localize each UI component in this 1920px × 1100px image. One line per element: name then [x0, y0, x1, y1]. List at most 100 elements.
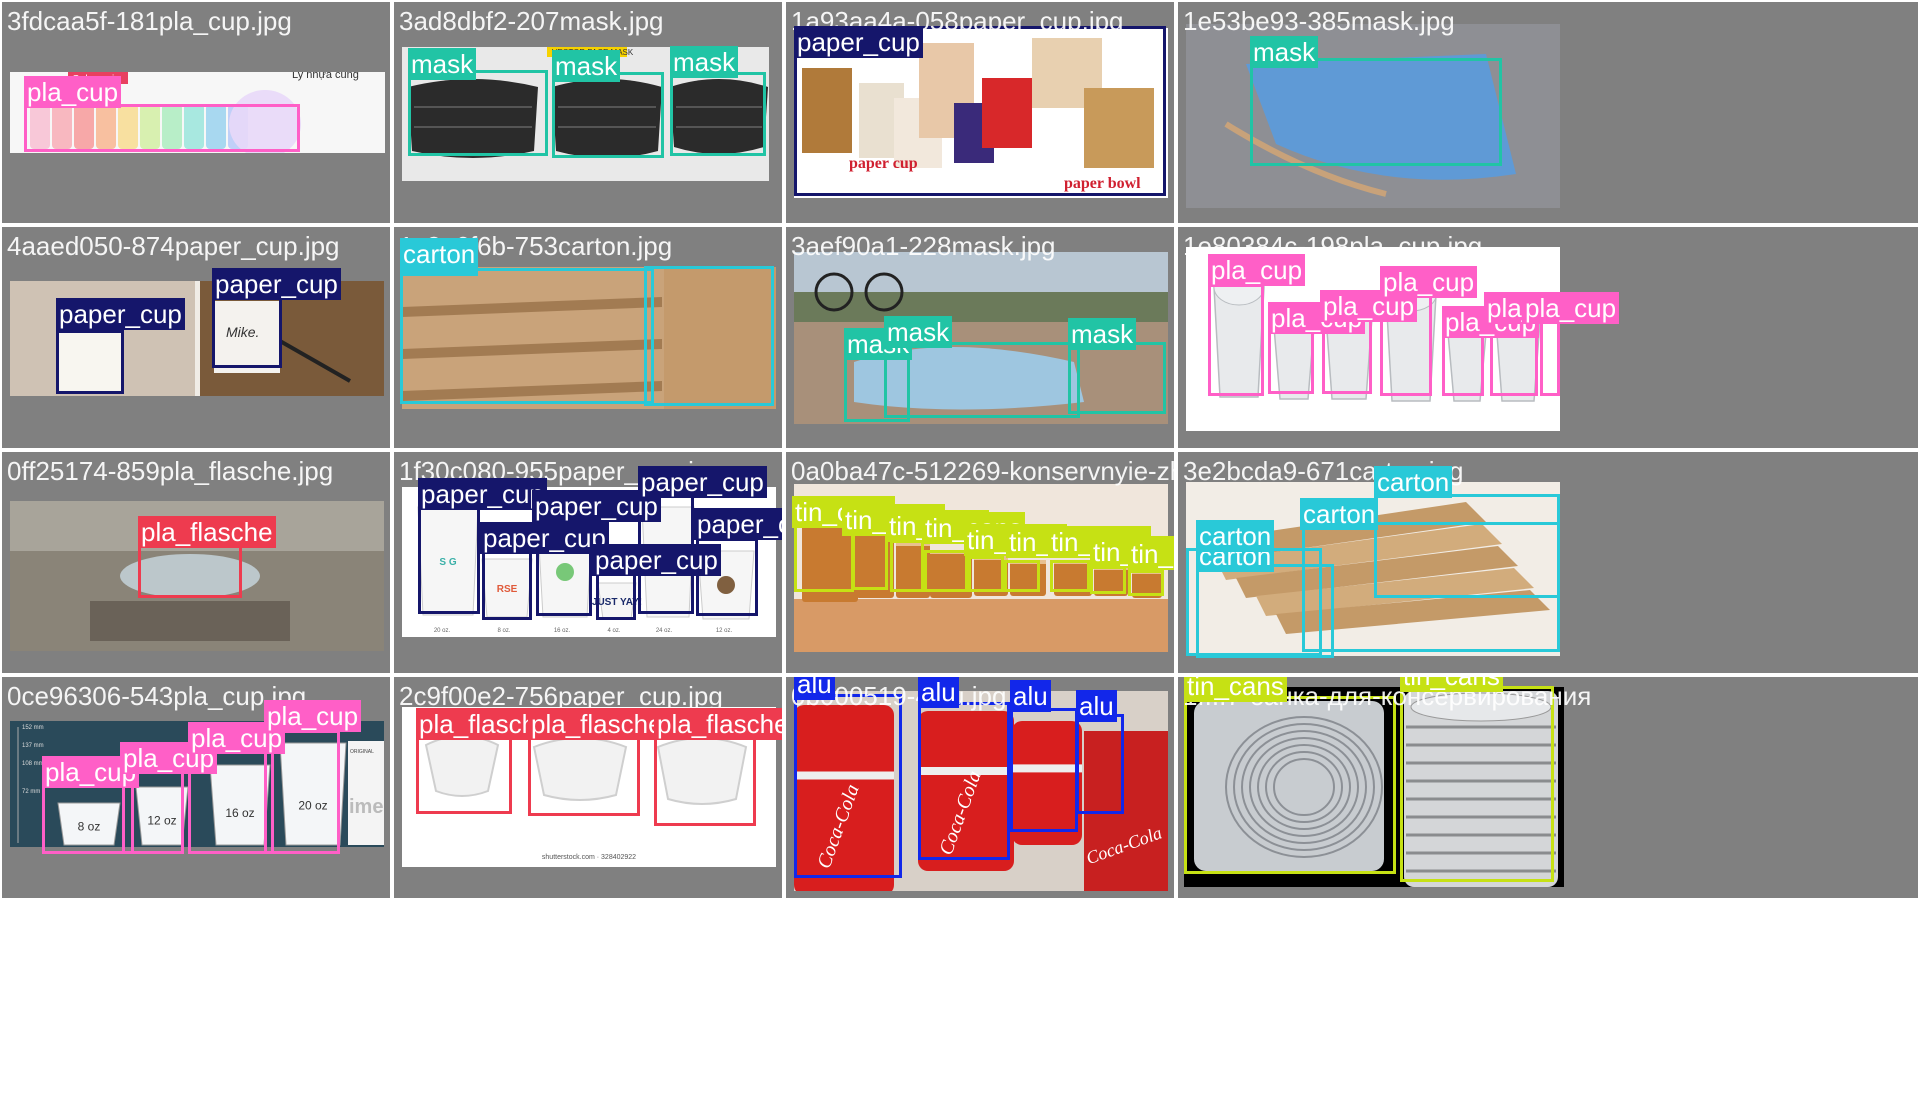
- tile-filename: 1e53be93-385mask.jpg: [1183, 6, 1455, 36]
- tile-filename: 3fdcaa5f-181pla_cup.jpg: [7, 6, 292, 36]
- detection-label: pla_flasche: [528, 708, 666, 740]
- svg-text:137 mm: 137 mm: [22, 743, 44, 749]
- detection-label: paper_cup: [212, 268, 341, 300]
- detection-box: [654, 736, 756, 826]
- detection-box: [418, 506, 480, 614]
- detection-label: pla_flasche: [654, 708, 782, 740]
- image-tile[interactable]: 0ff25174-859pla_flasche.jpg pla_flasche: [2, 452, 390, 673]
- detection-box: [552, 72, 664, 158]
- image-tile[interactable]: Mike. 4aaed050-874paper_cup.jpg paper_cup…: [2, 227, 390, 448]
- detection-box: [1400, 686, 1554, 882]
- image-tile[interactable]: 1e53be93-385mask.jpg mask: [1178, 2, 1918, 223]
- detection-label: pla_cup: [1380, 266, 1478, 298]
- svg-text:8 oz.: 8 oz.: [497, 628, 510, 634]
- image-tile[interactable]: 1c2a6f6b-753carton.jpgcartoncarton: [394, 227, 782, 448]
- detection-label: paper_cup: [794, 26, 923, 58]
- svg-text:152 mm: 152 mm: [22, 725, 44, 731]
- detection-box: [1442, 332, 1484, 396]
- detection-box: [1374, 494, 1560, 598]
- detection-box: [968, 556, 1004, 592]
- detection-box: [596, 572, 636, 620]
- detection-box: [794, 694, 902, 878]
- detection-box: [528, 736, 640, 816]
- image-tile[interactable]: Coca-Cola Coca-Cola Coca-Cola 0b000519-4a…: [786, 677, 1174, 898]
- detection-box: [1128, 570, 1164, 596]
- image-tile[interactable]: Gel ngayi Ly nhựa cung3fdcaa5f-181pla_cu…: [2, 2, 390, 223]
- detection-box: [670, 72, 766, 156]
- image-tile[interactable]: 0a0ba47c-512269-konservnyie-zhiestianki t…: [786, 452, 1174, 673]
- svg-text:108 mm: 108 mm: [22, 761, 44, 767]
- svg-text:4 oz.: 4 oz.: [607, 628, 620, 634]
- tile-filename: 3ad8dbf2-207mask.jpg: [399, 6, 664, 36]
- detection-box: [416, 736, 512, 814]
- detection-box: [1050, 560, 1090, 592]
- detection-label: mask: [1068, 318, 1137, 350]
- svg-text:24 oz.: 24 oz.: [656, 628, 673, 634]
- detection-box: [1090, 566, 1126, 594]
- image-tile[interactable]: 3e2bcda9-671carton.jpg carton carton carton…: [1178, 452, 1918, 673]
- detection-label: pla_flasche: [138, 516, 276, 548]
- detection-box: [212, 296, 282, 368]
- detection-label: carton: [1300, 498, 1379, 530]
- detection-box: [890, 540, 924, 592]
- detection-label: paper_cup: [56, 298, 185, 330]
- detection-label: pla_cup: [24, 76, 122, 108]
- detection-box: [1004, 560, 1040, 592]
- image-tile[interactable]: S G RSE JUST YAY! 20 oz. 8 oz. 16 oz. 4 oz.…: [394, 452, 782, 673]
- detection-label: tin_cans: [1400, 677, 1503, 692]
- detection-label: tin_cans: [1128, 538, 1174, 570]
- detection-label: mask: [1250, 36, 1319, 68]
- detection-box: [56, 330, 124, 394]
- image-tile[interactable]: 1e80384c-198pla_cup.jpg pla_cup pla_cup pla…: [1178, 227, 1918, 448]
- detection-label: mask: [670, 46, 739, 78]
- detection-box: [644, 266, 774, 406]
- detection-label: pla_cup: [264, 700, 362, 732]
- image-tile[interactable]: 152 mm 137 mm 108 mm 72 mm 8 oz 12 oz 16 oz…: [2, 677, 390, 898]
- detection-label: paper_cup: [480, 522, 609, 554]
- detection-label: carton: [1196, 520, 1275, 552]
- detection-box: [1208, 284, 1264, 396]
- image-tile[interactable]: paper cup paper bowl 1a93aa4a-058paper_cu…: [786, 2, 1174, 223]
- detection-box: [42, 780, 134, 854]
- detection-box: [1076, 714, 1124, 814]
- detection-box: [24, 104, 300, 152]
- detection-label: alu: [1010, 680, 1051, 712]
- tile-filename: 0ce96306-543pla_cup.jpg: [7, 681, 307, 711]
- detection-box: [1268, 326, 1314, 394]
- image-tile[interactable]: VECTOR FACE MASK 3ad8dbf2-207mask.jpgmas…: [394, 2, 782, 223]
- tile-filename: 4aaed050-874paper_cup.jpg: [7, 231, 340, 261]
- tile-filename: 0a0ba47c-512269-konservnyie-zhiestianki: [791, 456, 1174, 486]
- image-tile[interactable]: shutterstock.com · 328402922 2c9f00e2-756…: [394, 677, 782, 898]
- svg-text:16 oz.: 16 oz.: [554, 628, 571, 634]
- detection-box: [1010, 708, 1078, 832]
- image-tile[interactable]: 1f...7-банка-для-консервирования tin_cans…: [1178, 677, 1918, 898]
- detection-box: [1068, 342, 1166, 414]
- svg-text:72 mm: 72 mm: [22, 789, 40, 795]
- svg-text:ime: ime: [349, 796, 383, 818]
- detection-label: paper_cup: [418, 478, 547, 510]
- detection-label: carton: [400, 238, 479, 270]
- svg-text:20 oz.: 20 oz.: [434, 628, 451, 634]
- detection-label: paper_cup: [694, 508, 782, 540]
- svg-text:Ly nhựa cung: Ly nhựa cung: [292, 72, 359, 81]
- detection-box: [924, 550, 968, 592]
- detection-label: carton: [1374, 466, 1453, 498]
- image-tile[interactable]: 3aef90a1-228mask.jpg mask mask mask: [786, 227, 1174, 448]
- detection-label: tin_cans: [1184, 677, 1287, 702]
- detection-label: pla_cup: [1208, 254, 1306, 286]
- detection-label: paper_cup: [638, 466, 767, 498]
- detection-label: mask: [884, 316, 953, 348]
- detection-box: [918, 702, 1010, 860]
- tile-filename: 0ff25174-859pla_flasche.jpg: [7, 456, 334, 486]
- svg-text:shutterstock.com · 328402922: shutterstock.com · 328402922: [542, 854, 636, 861]
- detection-box: [408, 70, 548, 156]
- detection-label: mask: [408, 48, 477, 80]
- detection-label: alu: [918, 677, 959, 708]
- svg-text:12 oz.: 12 oz.: [716, 628, 733, 634]
- detection-label: paper_cup: [592, 544, 721, 576]
- svg-text:ORIGINAL: ORIGINAL: [350, 749, 374, 755]
- detection-label: pla_cup: [1522, 292, 1620, 324]
- detection-box: [852, 530, 888, 590]
- detection-box: [400, 268, 654, 404]
- detection-label: mask: [552, 50, 621, 82]
